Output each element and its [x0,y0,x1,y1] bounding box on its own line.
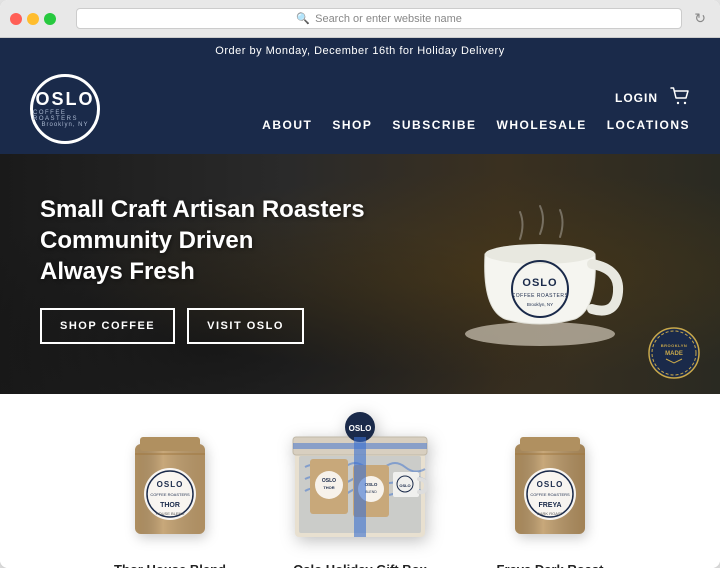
svg-text:OSLO: OSLO [365,482,378,487]
products-grid: OSLO COFFEE ROASTERS THOR HOUSE BLEND Th… [100,414,620,568]
svg-text:COFFEE ROASTERS: COFFEE ROASTERS [530,492,570,497]
hero-line-1: Small Craft Artisan Roasters [40,194,365,225]
svg-text:BROOKLYN: BROOKLYN [661,343,688,348]
product-item-3: OSLO COFFEE ROASTERS FREYA DARK ROAST Fr… [480,414,620,568]
brooklyn-made-badge: BROOKLYN MADE [648,327,700,379]
login-button[interactable]: LOGIN [615,91,658,105]
announcement-text: Order by Monday, December 16th for Holid… [215,45,504,57]
product-name-2: Oslo Holiday Gift Box [293,562,427,568]
svg-text:HOUSE BLEND: HOUSE BLEND [156,511,185,516]
product-image-gift[interactable]: OSLO THOR OSLO BLEND OSL [285,394,435,554]
svg-text:COFFEE ROASTERS: COFFEE ROASTERS [512,293,569,299]
products-section: OSLO COFFEE ROASTERS THOR HOUSE BLEND Th… [0,394,720,568]
header-right: LOGIN ABOUT SHOP SUBSCRIBE WHOLESALE LO [262,87,690,132]
product-image-thor[interactable]: OSLO COFFEE ROASTERS THOR HOUSE BLEND [110,414,230,554]
hero-section: OSLO COFFEE ROASTERS Brooklyn, NY Small … [0,154,720,394]
svg-text:OSLO: OSLO [522,277,557,289]
product-image-freya[interactable]: OSLO COFFEE ROASTERS FREYA DARK ROAST [490,414,610,554]
hero-headline: Small Craft Artisan Roasters Community D… [40,194,365,288]
product-item: OSLO COFFEE ROASTERS THOR HOUSE BLEND Th… [100,414,240,568]
cart-icon[interactable] [670,87,690,110]
nav-wholesale[interactable]: WHOLESALE [497,118,587,132]
url-text: Search or enter website name [315,13,462,25]
product-item-featured: OSLO THOR OSLO BLEND OSL [280,394,440,568]
fullscreen-button[interactable] [44,13,56,25]
svg-text:THOR: THOR [323,485,334,490]
visit-oslo-button[interactable]: VISIT OSLO [187,308,304,344]
logo-name: OSLO [35,90,94,108]
svg-text:OSLO: OSLO [349,424,372,433]
url-bar[interactable]: 🔍 Search or enter website name [76,8,682,29]
traffic-lights [10,13,56,25]
svg-text:OSLO: OSLO [322,478,336,484]
nav-shop[interactable]: SHOP [332,118,372,132]
product-name-3: Freya Dark Roast [497,562,604,568]
header-top-right: LOGIN [615,87,690,110]
browser-chrome: 🔍 Search or enter website name ↻ [0,0,720,38]
hero-line-3: Always Fresh [40,256,365,287]
site-header: OSLO COFFEE ROASTERS Brooklyn, NY LOGIN [0,64,720,154]
svg-text:MADE: MADE [665,351,683,357]
hero-cup-image: OSLO COFFEE ROASTERS Brooklyn, NY [440,164,640,364]
logo-city: Brooklyn, NY [41,122,88,128]
close-button[interactable] [10,13,22,25]
nav-subscribe[interactable]: SUBSCRIBE [392,118,476,132]
svg-text:COFFEE ROASTERS: COFFEE ROASTERS [150,492,190,497]
svg-text:OSLO: OSLO [537,480,564,489]
svg-text:FREYA: FREYA [538,502,561,509]
product-name-1: Thor House Blend [114,562,226,568]
svg-text:Brooklyn, NY: Brooklyn, NY [527,302,553,307]
svg-text:THOR: THOR [160,502,180,509]
nav-about[interactable]: ABOUT [262,118,312,132]
announcement-bar: Order by Monday, December 16th for Holid… [0,38,720,64]
reload-button[interactable]: ↻ [690,8,710,29]
svg-text:DARK ROAST: DARK ROAST [537,511,564,516]
browser-window: 🔍 Search or enter website name ↻ Order b… [0,0,720,568]
svg-text:BLEND: BLEND [365,490,377,494]
logo-sub: COFFEE ROASTERS [33,110,97,122]
main-nav: ABOUT SHOP SUBSCRIBE WHOLESALE LOCATIONS [262,118,690,132]
minimize-button[interactable] [27,13,39,25]
nav-locations[interactable]: LOCATIONS [607,118,690,132]
hero-buttons: SHOP COFFEE VISIT OSLO [40,308,365,344]
svg-text:OSLO: OSLO [157,480,184,489]
svg-text:OSLO: OSLO [399,483,410,488]
logo[interactable]: OSLO COFFEE ROASTERS Brooklyn, NY [30,74,100,144]
hero-line-2: Community Driven [40,225,365,256]
site-content: Order by Monday, December 16th for Holid… [0,38,720,568]
shop-coffee-hero-button[interactable]: SHOP COFFEE [40,308,175,344]
hero-text: Small Craft Artisan Roasters Community D… [40,194,365,344]
